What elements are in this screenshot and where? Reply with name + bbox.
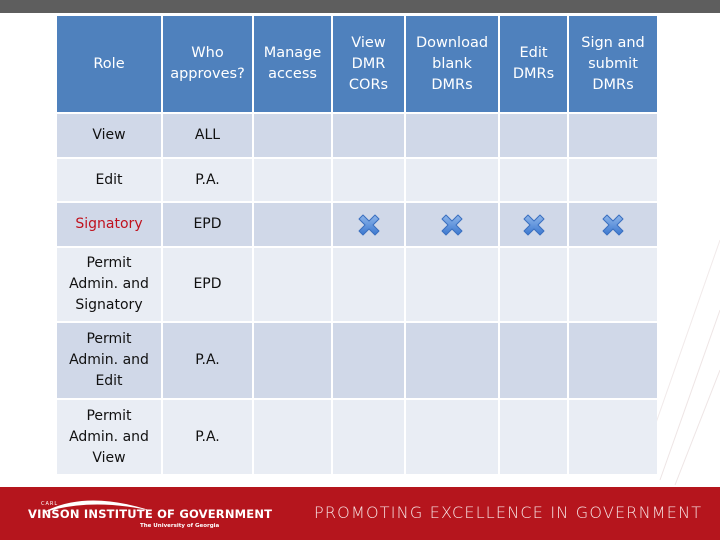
table-body: View ALL Edit P.A. Signatory EPD Permit Admin. … [57, 114, 657, 474]
permission-cell-view-dmr-cors [333, 203, 404, 246]
header-sign-submit-dmrs: Sign and submit DMRs [569, 16, 657, 112]
permission-cell-download-blank-dmrs [406, 159, 498, 201]
approver-cell: P.A. [163, 323, 252, 398]
permission-cell-view-dmr-cors [333, 159, 404, 201]
permission-cell-manage-access [254, 114, 331, 157]
header-who-approves: Who approves? [163, 16, 252, 112]
role-label-line: Admin. and [69, 428, 149, 445]
role-label-line: Permit [86, 407, 132, 424]
role-cell: Edit [57, 159, 161, 201]
header-label-line: DMR [351, 55, 386, 72]
role-label-line: Edit [95, 373, 123, 389]
approver-cell: ALL [163, 114, 252, 157]
permission-cell-edit-dmrs [500, 114, 567, 157]
table-row-permit-admin-signatory: Permit Admin. and Signatory EPD [57, 248, 657, 321]
role-label-line: Admin. and [69, 276, 149, 292]
header-label-line: Manage [263, 45, 322, 61]
permission-cell-edit-dmrs [500, 203, 567, 246]
header-label-line: submit [588, 55, 638, 72]
footer-banner: CARL VINSON INSTITUTE OF GOVERNMENT The … [0, 487, 720, 540]
header-edit-dmrs: Edit DMRs [500, 16, 567, 112]
role-cell: View [57, 114, 161, 157]
approver-cell: P.A. [163, 159, 252, 201]
role-cell: Permit Admin. and Edit [57, 323, 161, 398]
permission-cell-manage-access [254, 203, 331, 246]
x-mark-icon [602, 214, 624, 235]
header-label-line: Who [191, 45, 224, 61]
role-label-line: Edit [95, 171, 123, 188]
header-label-line: View [351, 34, 386, 51]
table-row-view: View ALL [57, 114, 657, 157]
permission-cell-sign-submit-dmrs [569, 159, 657, 201]
header-download-blank-dmrs: Download blank DMRs [406, 16, 498, 112]
header-view-dmr-cors: View DMR CORs [333, 16, 404, 112]
permission-cell-view-dmr-cors [333, 400, 404, 474]
permission-cell-edit-dmrs [500, 159, 567, 201]
permission-cell-sign-submit-dmrs [569, 400, 657, 474]
logo-subtitle: The University of Georgia [140, 523, 220, 529]
x-mark-icon [441, 214, 463, 235]
header-row: Role Who approves? Manage access View DMR CO… [57, 16, 657, 112]
permissions-table: Role Who approves? Manage access View DMR CO… [55, 14, 659, 476]
table-row-signatory: Signatory EPD [57, 203, 657, 246]
permission-cell-view-dmr-cors [333, 323, 404, 398]
permission-cell-sign-submit-dmrs [569, 114, 657, 157]
permission-cell-download-blank-dmrs [406, 203, 498, 246]
table-row-permit-admin-view: Permit Admin. and View P.A. [57, 400, 657, 474]
permission-cell-sign-submit-dmrs [569, 203, 657, 246]
permission-cell-view-dmr-cors [333, 114, 404, 157]
role-cell: Permit Admin. and Signatory [57, 248, 161, 321]
x-mark-icon [358, 214, 379, 235]
permission-cell-edit-dmrs [500, 248, 567, 321]
header-role: Role [57, 16, 161, 112]
permission-cell-manage-access [254, 323, 331, 398]
header-label-line: approves? [170, 66, 245, 82]
permission-cell-view-dmr-cors [333, 248, 404, 321]
top-bar [0, 0, 720, 13]
role-label-line: Permit [86, 255, 132, 271]
vinson-institute-logo: CARL VINSON INSTITUTE OF GOVERNMENT The … [28, 493, 272, 535]
permission-cell-sign-submit-dmrs [569, 248, 657, 321]
permission-cell-download-blank-dmrs [406, 323, 498, 398]
role-label-line: Permit [86, 331, 132, 347]
role-label-line: Signatory [75, 216, 143, 232]
role-label-line: Admin. and [69, 352, 149, 368]
approver-cell: P.A. [163, 400, 252, 474]
permission-cell-edit-dmrs [500, 400, 567, 474]
header-label-line: blank [432, 55, 472, 72]
role-cell: Signatory [57, 203, 161, 246]
role-cell: Permit Admin. and View [57, 400, 161, 474]
header-label-line: Role [93, 55, 125, 72]
role-label-line: View [92, 449, 126, 466]
header-label-line: access [268, 66, 317, 82]
permission-cell-edit-dmrs [500, 323, 567, 398]
approver-cell: EPD [163, 203, 252, 246]
header-label-line: CORs [348, 76, 389, 93]
permission-cell-sign-submit-dmrs [569, 323, 657, 398]
approver-cell: EPD [163, 248, 252, 321]
role-label-line: View [92, 127, 126, 143]
footer-tagline: PROMOTING EXCELLENCE IN GOVERNMENT [314, 503, 703, 522]
role-label-line: Signatory [75, 297, 143, 313]
permission-cell-download-blank-dmrs [406, 400, 498, 474]
header-label-line: Download [415, 34, 489, 51]
header-label-line: Sign and [581, 34, 645, 51]
table-row-permit-admin-edit: Permit Admin. and Edit P.A. [57, 323, 657, 398]
permission-cell-download-blank-dmrs [406, 114, 498, 157]
x-mark-icon [523, 214, 544, 235]
permission-cell-download-blank-dmrs [406, 248, 498, 321]
header-label-line: DMRs [592, 76, 634, 93]
permission-cell-manage-access [254, 159, 331, 201]
header-manage-access: Manage access [254, 16, 331, 112]
header-label-line: DMRs [512, 66, 555, 82]
logo-name: VINSON INSTITUTE OF GOVERNMENT [28, 507, 273, 521]
table-row-edit: Edit P.A. [57, 159, 657, 201]
permission-cell-manage-access [254, 400, 331, 474]
header-label-line: DMRs [431, 76, 473, 93]
permission-cell-manage-access [254, 248, 331, 321]
header-label-line: Edit [519, 45, 548, 61]
